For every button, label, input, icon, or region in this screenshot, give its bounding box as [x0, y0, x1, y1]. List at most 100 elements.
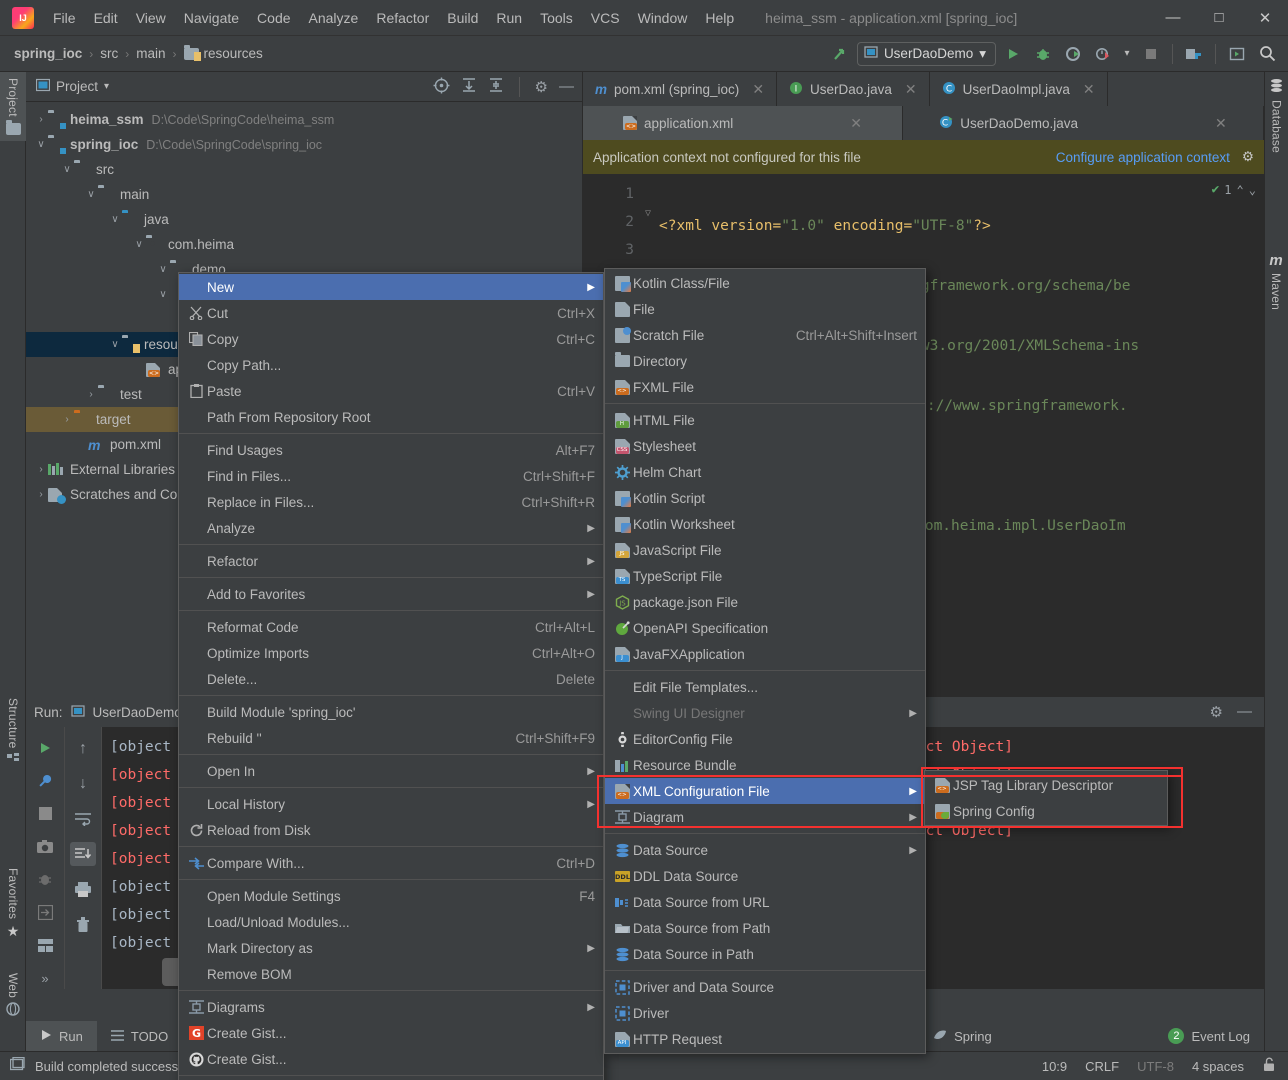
scroll-from-source-icon[interactable] — [433, 77, 450, 97]
menu-item-resource-bundle[interactable]: Resource Bundle — [605, 752, 925, 778]
close-icon[interactable]: ✕ — [1083, 81, 1095, 98]
scroll-down-icon[interactable]: ↓ — [70, 772, 96, 796]
sidebar-item-structure[interactable]: Structure — [0, 692, 26, 774]
menu-item-html-file[interactable]: H HTML File — [605, 407, 925, 433]
menu-item-helm-chart[interactable]: Helm Chart — [605, 459, 925, 485]
menu-build[interactable]: Build — [438, 6, 487, 30]
gear-icon[interactable]: ⚙ — [1242, 149, 1254, 165]
chevron-down-icon[interactable]: ∨ — [108, 214, 122, 225]
menu-item-build-module-spring-ioc[interactable]: Build Module 'spring_ioc' — [179, 699, 603, 725]
close-icon[interactable]: ✕ — [1215, 115, 1227, 132]
close-icon[interactable]: ✕ — [752, 81, 764, 98]
stop-icon[interactable] — [1138, 41, 1164, 67]
chevron-right-icon[interactable]: › — [60, 414, 74, 425]
menu-item-http-request[interactable]: API HTTP Request — [605, 1026, 925, 1052]
menu-code[interactable]: Code — [248, 6, 299, 30]
menu-item-reload-from-disk[interactable]: Reload from Disk — [179, 817, 603, 843]
chevron-down-icon[interactable]: ∨ — [156, 289, 170, 300]
menu-item-data-source-in-path[interactable]: Data Source in Path — [605, 941, 925, 967]
menu-item-find-in-files[interactable]: Find in Files... Ctrl+Shift+F — [179, 463, 603, 489]
menu-item-remove-bom[interactable]: Remove BOM — [179, 961, 603, 987]
chevron-down-icon[interactable]: ∨ — [34, 139, 48, 150]
menu-item-local-history[interactable]: Local History ▶ — [179, 791, 603, 817]
menu-item-copy-path[interactable]: Copy Path... — [179, 352, 603, 378]
menu-item-javascript-file[interactable]: JS JavaScript File — [605, 537, 925, 563]
event-log-button[interactable]: 2 Event Log — [1168, 1028, 1264, 1044]
scroll-to-end-icon[interactable] — [70, 842, 96, 866]
project-structure-icon[interactable] — [1181, 41, 1207, 67]
menu-item-typescript-file[interactable]: TS TypeScript File — [605, 563, 925, 589]
tab-userdaodemo-java[interactable]: C UserDaoDemo.java ✕ — [903, 106, 1264, 140]
chevron-down-icon[interactable]: ▾ — [104, 81, 109, 92]
menu-item-javafxapplication[interactable]: J JavaFXApplication — [605, 641, 925, 667]
configure-application-context-link[interactable]: Configure application context — [1056, 150, 1230, 165]
menu-item-compare-with[interactable]: Compare With... Ctrl+D — [179, 850, 603, 876]
rerun-icon[interactable] — [32, 737, 58, 759]
menu-item-add-to-favorites[interactable]: Add to Favorites ▶ — [179, 581, 603, 607]
menu-item-cut[interactable]: Cut Ctrl+X — [179, 300, 603, 326]
menu-item-kotlin-class-file[interactable]: Kotlin Class/File — [605, 270, 925, 296]
menu-item-diagrams[interactable]: Diagrams ▶ — [179, 994, 603, 1020]
bottom-tab-run[interactable]: Run — [26, 1021, 97, 1051]
breadcrumb-spring-ioc[interactable]: spring_ioc — [14, 46, 82, 61]
menu-item-path-from-repository-root[interactable]: Path From Repository Root — [179, 404, 603, 430]
menu-item-copy[interactable]: Copy Ctrl+C — [179, 326, 603, 352]
tab-userdaoimpl-java[interactable]: C UserDaoImpl.java ✕ — [930, 72, 1108, 106]
menu-item-load-unload-modules[interactable]: Load/Unload Modules... — [179, 909, 603, 935]
sidebar-item-web[interactable]: Web — [0, 967, 26, 1025]
tree-row[interactable]: ∨ spring_ioc D:\Code\SpringCode\spring_i… — [26, 132, 582, 157]
sidebar-item-favorites[interactable]: Favorites ★ — [0, 862, 26, 946]
stop-icon[interactable] — [32, 803, 58, 825]
tree-row[interactable]: ∨ main — [26, 182, 582, 207]
indent-setting[interactable]: 4 spaces — [1192, 1059, 1244, 1074]
menu-item-jsp-tag-library-descriptor[interactable]: <> JSP Tag Library Descriptor — [925, 772, 1167, 798]
menu-item-data-source-from-url[interactable]: Data Source from URL — [605, 889, 925, 915]
menu-item-open-in[interactable]: Open In ▶ — [179, 758, 603, 784]
menu-analyze[interactable]: Analyze — [300, 6, 368, 30]
update-project-icon[interactable] — [827, 41, 853, 67]
menu-item-find-usages[interactable]: Find Usages Alt+F7 — [179, 437, 603, 463]
expand-all-icon[interactable] — [461, 77, 477, 96]
chevron-down-icon[interactable]: ∨ — [60, 164, 74, 175]
close-button[interactable]: ✕ — [1242, 1, 1288, 35]
menu-run[interactable]: Run — [487, 6, 531, 30]
bottom-tab-todo[interactable]: TODO — [97, 1021, 182, 1051]
xml-configuration-file-submenu[interactable]: <> JSP Tag Library Descriptor Spring Con… — [924, 770, 1168, 826]
menu-item-paste[interactable]: Paste Ctrl+V — [179, 378, 603, 404]
menu-item-edit-file-templates[interactable]: Edit File Templates... — [605, 674, 925, 700]
menu-item-ddl-data-source[interactable]: DDL DDL Data Source — [605, 863, 925, 889]
run-with-coverage-icon[interactable] — [1060, 41, 1086, 67]
menu-item-mark-directory-as[interactable]: Mark Directory as ▶ — [179, 935, 603, 961]
menu-file[interactable]: File — [44, 6, 85, 30]
menu-item-openapi-specification[interactable]: OpenAPI Specification — [605, 615, 925, 641]
suppress-icon[interactable] — [32, 869, 58, 891]
menu-item-package-json-file[interactable]: JS package.json File — [605, 589, 925, 615]
camera-icon[interactable] — [32, 836, 58, 858]
collapse-all-icon[interactable] — [488, 77, 504, 96]
chevron-down-icon[interactable]: ∨ — [156, 264, 170, 275]
breadcrumb-src[interactable]: src — [100, 46, 118, 61]
menu-item-file[interactable]: File — [605, 296, 925, 322]
chevron-right-icon[interactable]: › — [34, 489, 48, 500]
run-panel-config[interactable]: UserDaoDemo — [93, 705, 182, 720]
tree-row[interactable]: › heima_ssm D:\Code\SpringCode\heima_ssm — [26, 107, 582, 132]
menu-item-reformat-code[interactable]: Reformat Code Ctrl+Alt+L — [179, 614, 603, 640]
previous-highlight-icon[interactable]: ⌃ — [1237, 183, 1244, 197]
menu-item-delete[interactable]: Delete... Delete — [179, 666, 603, 692]
select-in-icon[interactable] — [1224, 41, 1250, 67]
menu-item-stylesheet[interactable]: CSS Stylesheet — [605, 433, 925, 459]
menu-vcs[interactable]: VCS — [582, 6, 629, 30]
minimize-button[interactable]: — — [1150, 1, 1196, 35]
print-icon[interactable] — [70, 877, 96, 901]
menu-item-scratch-file[interactable]: Scratch File Ctrl+Alt+Shift+Insert — [605, 322, 925, 348]
profiler-icon[interactable] — [1090, 41, 1116, 67]
bottom-tab-spring[interactable]: Spring — [919, 1021, 1006, 1051]
hide-panel-icon[interactable]: — — [1237, 703, 1252, 721]
menu-tools[interactable]: Tools — [531, 6, 582, 30]
inspection-widget[interactable]: ✔ 1 ⌃ ⌄ — [1211, 182, 1256, 197]
menu-item-new[interactable]: New ▶ — [179, 274, 603, 300]
code-fold-icon[interactable]: ▽ — [645, 208, 651, 219]
breadcrumb-main[interactable]: main — [136, 46, 165, 61]
menu-item-driver-and-data-source[interactable]: Driver and Data Source — [605, 974, 925, 1000]
import-icon[interactable] — [32, 901, 58, 923]
